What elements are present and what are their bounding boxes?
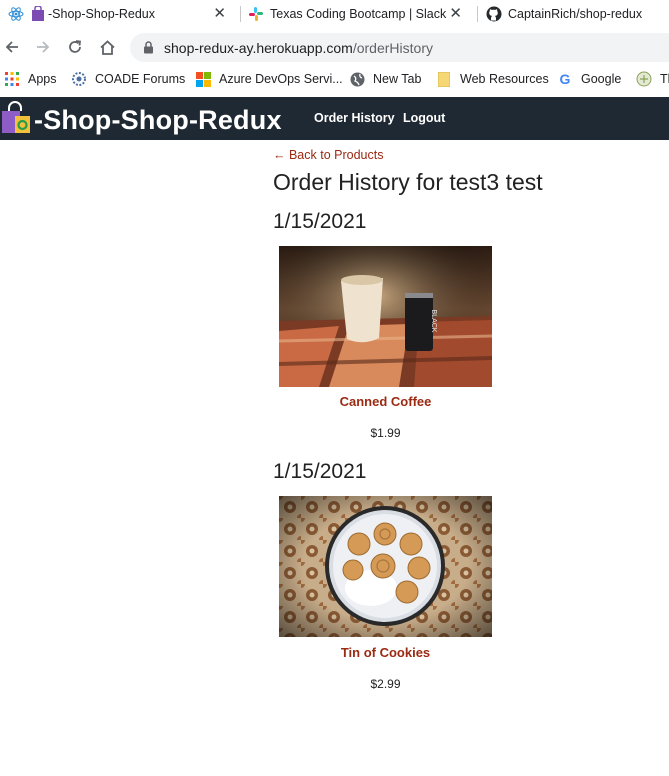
tin-of-cookies-image[interactable] — [279, 496, 492, 637]
back-arrow-icon[interactable] — [2, 37, 22, 57]
bookmark-coade-forums[interactable]: COADE Forums — [71, 70, 185, 88]
forward-arrow-icon[interactable] — [33, 37, 53, 57]
home-icon[interactable] — [97, 37, 117, 57]
order-date: 1/15/2021 — [273, 460, 367, 483]
bookmark-azure-devops[interactable]: Azure DevOps Servi... — [195, 70, 343, 88]
tab-shop-shop-redux[interactable]: -Shop-Shop-Redux ✕ — [8, 0, 236, 27]
back-to-products-link[interactable]: ← Back to Products — [273, 148, 383, 162]
tab-title: CaptainRich/shop-redux — [508, 6, 643, 21]
brand[interactable]: -Shop-Shop-Redux — [0, 101, 282, 140]
product-price: $1.99 — [370, 426, 401, 440]
svg-text:BLACK: BLACK — [430, 310, 437, 333]
product-name-link[interactable]: Canned Coffee — [279, 394, 492, 409]
canned-coffee-image[interactable]: BLACK — [279, 246, 492, 387]
browser-toolbar: shop-redux-ay.herokuapp.com/orderHistory — [0, 30, 669, 64]
tab-slack[interactable]: Texas Coding Bootcamp | Slack ✕ — [248, 0, 472, 27]
tab-close-icon[interactable]: ✕ — [213, 6, 226, 21]
url-text: shop-redux-ay.herokuapp.com/orderHistory — [164, 40, 433, 56]
microsoft-icon — [195, 71, 211, 87]
brand-title: -Shop-Shop-Redux — [34, 105, 282, 135]
github-icon — [486, 6, 502, 22]
bookmark-label: Th — [660, 72, 669, 86]
folder-icon — [436, 71, 452, 87]
tab-divider — [240, 6, 241, 22]
globe-icon — [349, 71, 365, 87]
coade-icon — [71, 71, 87, 87]
slack-icon — [248, 6, 264, 22]
reload-icon[interactable] — [65, 37, 85, 57]
bookmarks-bar: Apps COADE Forums Azure DevOps Servi... … — [0, 66, 669, 92]
bookmark-google[interactable]: G Google — [557, 70, 622, 88]
tab-github[interactable]: CaptainRich/shop-redux — [486, 0, 669, 27]
nav-logout-link[interactable]: Logout — [403, 111, 445, 125]
bookmark-label: Web Resources — [460, 72, 549, 86]
bookmark-label: COADE Forums — [95, 72, 186, 86]
bookmark-label: Apps — [28, 72, 57, 86]
app-header: -Shop-Shop-Redux Order History Logout — [0, 97, 669, 140]
bookmark-apps[interactable]: Apps — [4, 70, 57, 88]
bookmark-th[interactable]: Th — [636, 70, 669, 88]
url-path: /orderHistory — [352, 40, 433, 56]
bookmark-new-tab[interactable]: New Tab — [349, 70, 421, 88]
bookmark-label: Azure DevOps Servi... — [219, 72, 343, 86]
product-name-link[interactable]: Tin of Cookies — [279, 645, 492, 660]
shop-bag-icon — [30, 5, 46, 22]
order-date: 1/15/2021 — [273, 210, 367, 233]
bookmark-web-resources[interactable]: Web Resources — [436, 70, 549, 88]
bookmark-label: New Tab — [373, 72, 422, 86]
page-title: Order History for test3 test — [273, 169, 543, 195]
tab-title: -Shop-Shop-Redux — [48, 6, 156, 21]
address-bar[interactable]: shop-redux-ay.herokuapp.com/orderHistory — [130, 33, 669, 62]
bookmark-label: Google — [581, 72, 622, 86]
nav-order-history-link[interactable]: Order History — [314, 111, 395, 125]
shopping-bag-logo-icon — [0, 101, 32, 140]
product-price: $2.99 — [370, 677, 401, 691]
tab-title: Texas Coding Bootcamp | Slack — [270, 6, 447, 21]
apps-grid-icon — [4, 71, 20, 87]
react-icon — [8, 6, 24, 22]
url-host: shop-redux-ay.herokuapp.com — [164, 40, 353, 56]
browser-tab-strip: -Shop-Shop-Redux ✕ Texas Coding Bootcamp… — [0, 0, 669, 30]
site-icon — [636, 71, 652, 87]
tab-close-icon[interactable]: ✕ — [449, 6, 462, 21]
tab-divider — [477, 6, 478, 22]
google-icon: G — [559, 71, 571, 87]
lock-icon — [143, 41, 154, 59]
